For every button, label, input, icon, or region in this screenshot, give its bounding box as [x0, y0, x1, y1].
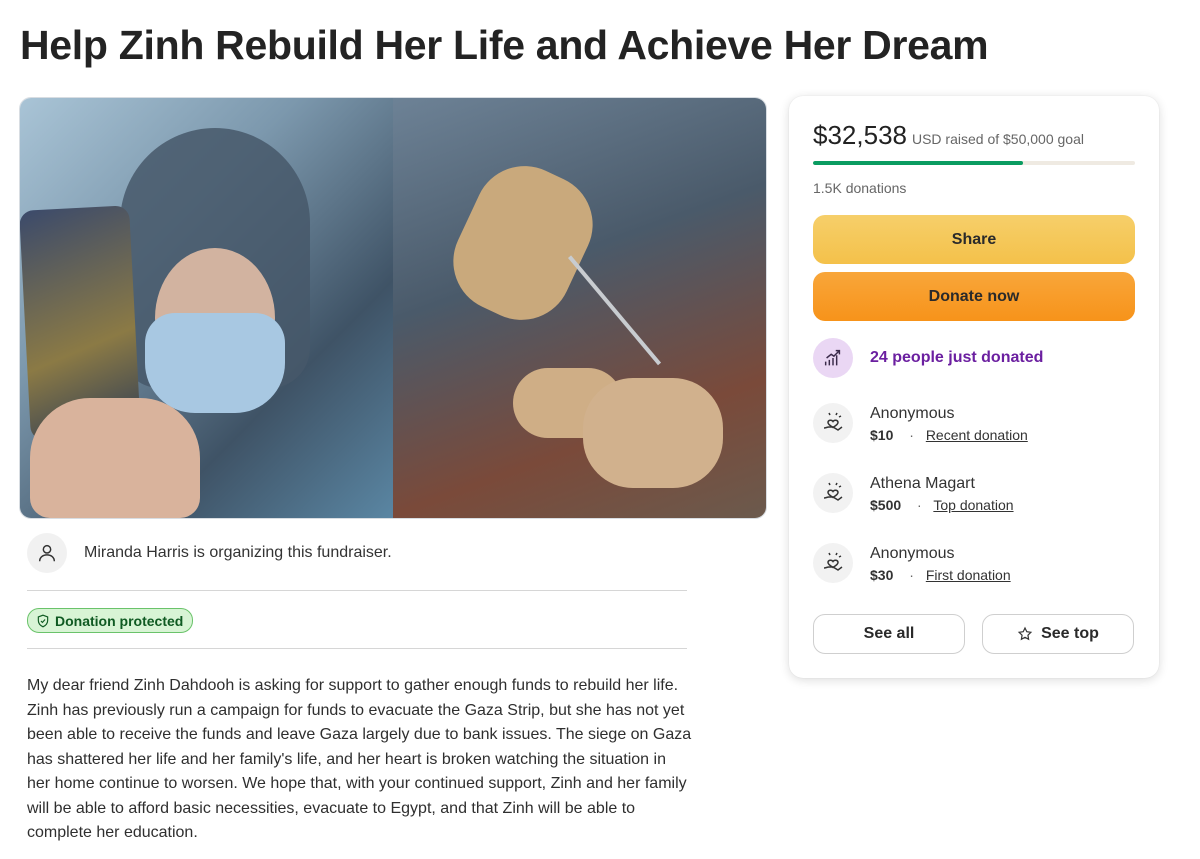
recent-donations-banner: 24 people just donated [813, 338, 1043, 378]
progress-bar [813, 161, 1135, 165]
organizer-text: Miranda Harris is organizing this fundra… [84, 544, 392, 561]
see-all-label: See all [863, 625, 915, 642]
donation-protected-badge[interactable]: Donation protected [27, 608, 194, 633]
donation-amount: $10 [870, 426, 894, 443]
heart-hand-icon [813, 473, 853, 513]
divider [27, 590, 687, 591]
fundraiser-story: My dear friend Zinh Dahdooh is asking fo… [27, 677, 692, 841]
trending-up-icon [813, 338, 853, 378]
raised-summary: $32,538 USD raised of $50,000 goal [813, 120, 1084, 151]
star-icon [1017, 626, 1033, 641]
donation-amount: $500 [870, 496, 902, 513]
badge-label: Donation protected [55, 612, 184, 629]
person-icon [27, 533, 67, 573]
divider [27, 648, 687, 649]
donations-count: 1.5K donations [813, 180, 907, 196]
donation-tag-link[interactable]: Recent donation [926, 427, 1028, 443]
see-top-button[interactable]: See top [982, 614, 1134, 654]
fundraiser-hero-image [19, 97, 767, 519]
donor-name: Anonymous [870, 544, 955, 562]
donate-now-button[interactable]: Donate now [813, 272, 1135, 321]
donor-name: Athena Magart [870, 474, 975, 492]
surgery-photo [393, 98, 766, 518]
raised-goal-text: USD raised of $50,000 goal [911, 131, 1084, 147]
heart-hand-icon [813, 543, 853, 583]
share-button[interactable]: Share [813, 215, 1135, 264]
donor-name: Anonymous [870, 404, 955, 422]
selfie-photo [20, 98, 393, 518]
progress-fill [813, 161, 1023, 165]
see-all-button[interactable]: See all [813, 614, 965, 654]
heart-hand-icon [813, 403, 853, 443]
recent-donations-text: 24 people just donated [870, 349, 1044, 366]
shield-check-icon [37, 614, 49, 627]
organizer-row: Miranda Harris is organizing this fundra… [27, 533, 392, 573]
donation-item: Anonymous $30 · First donation [813, 543, 1011, 583]
donation-item: Anonymous $10 · Recent donation [813, 403, 1028, 443]
page-title: Help Zinh Rebuild Her Life and Achieve H… [20, 22, 989, 68]
donation-amount: $30 [870, 566, 894, 583]
donation-tag-link[interactable]: First donation [926, 567, 1011, 583]
raised-amount: $32,538 [813, 120, 907, 150]
see-top-label: See top [1041, 625, 1099, 642]
donation-card: $32,538 USD raised of $50,000 goal 1.5K … [789, 96, 1159, 678]
donation-item: Athena Magart $500 · Top donation [813, 473, 1014, 513]
donation-tag-link[interactable]: Top donation [933, 497, 1013, 513]
